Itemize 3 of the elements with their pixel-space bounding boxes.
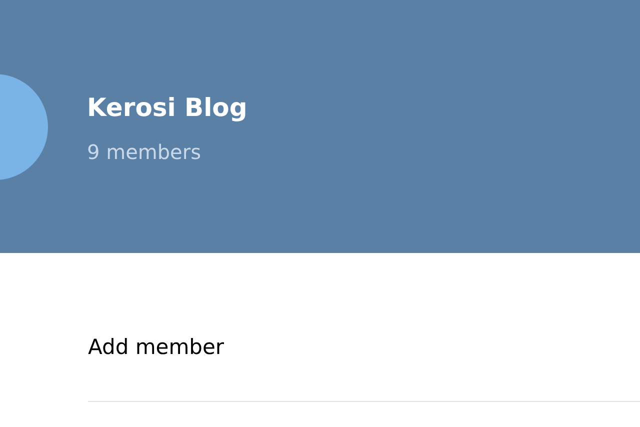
add-member-button[interactable]: Add member: [88, 337, 224, 358]
member-count: 9 members: [87, 142, 202, 162]
group-title: Kerosi Blog: [87, 95, 248, 120]
